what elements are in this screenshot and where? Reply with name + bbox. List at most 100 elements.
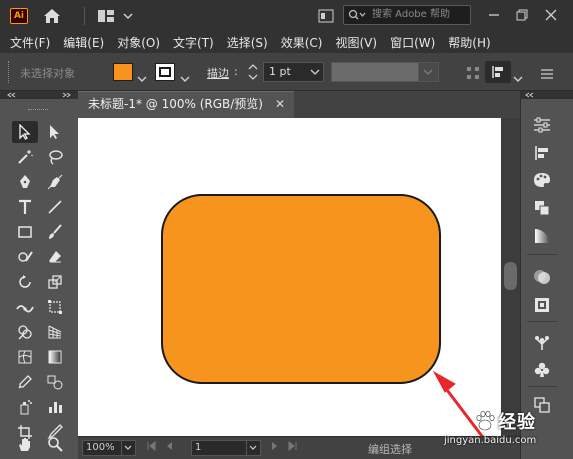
restore-icon[interactable] (511, 4, 533, 26)
menu-file[interactable]: 文件(F) (10, 34, 50, 51)
line-segment-tool-icon[interactable] (42, 196, 68, 218)
menu-edit[interactable]: 编辑(E) (63, 34, 104, 51)
panel-divider (527, 254, 557, 255)
curvature-tool-icon[interactable] (42, 171, 68, 193)
free-transform-tool-icon[interactable] (42, 296, 68, 318)
artwork-svg (161, 194, 484, 436)
toolbar-collapse-strip[interactable] (0, 91, 78, 99)
lasso-tool-icon[interactable] (42, 146, 68, 168)
direct-selection-tool-icon[interactable] (42, 121, 68, 143)
title-divider (84, 7, 85, 25)
search-input[interactable]: 搜索 Adobe 帮助 (343, 5, 471, 25)
align-options-icon[interactable] (485, 61, 511, 83)
shape-builder-tool-icon[interactable] (12, 321, 38, 343)
control-bar-grip[interactable] (8, 61, 12, 83)
perspective-grid-tool-icon[interactable] (42, 321, 68, 343)
last-artboard-icon[interactable] (288, 440, 298, 454)
column-graph-tool-icon[interactable] (42, 396, 68, 418)
mesh-tool-icon[interactable] (12, 346, 38, 368)
align-grid-icon[interactable] (466, 65, 480, 84)
baidu-jingyan-watermark: 经验 jingyan.baidu.com (440, 408, 573, 459)
fill-color-swatch[interactable] (113, 63, 133, 81)
menu-window[interactable]: 窗口(W) (390, 34, 435, 51)
pathfinder-icon[interactable] (531, 197, 553, 219)
stroke-weight-stepper[interactable] (246, 62, 260, 82)
scale-tool-icon[interactable] (42, 271, 68, 293)
right-panel-dock (520, 99, 573, 459)
panel-divider (527, 386, 557, 387)
tools-grip[interactable] (28, 109, 48, 111)
magic-wand-tool-icon[interactable] (12, 146, 38, 168)
appearance-icon[interactable] (531, 294, 553, 316)
stroke-label[interactable]: 描边 (207, 65, 229, 81)
next-artboard-icon[interactable] (270, 441, 280, 454)
stroke-weight-field[interactable]: 1 pt (263, 62, 309, 82)
workspace-layout-icon[interactable] (96, 6, 116, 26)
gradient-panel-icon[interactable] (531, 225, 553, 247)
document-tab[interactable]: 未标题-1* @ 100% (RGB/预览) ✕ (78, 91, 294, 118)
symbols-icon[interactable] (531, 332, 553, 354)
variable-width-profile-field[interactable] (331, 62, 419, 82)
previous-artboard-icon[interactable] (164, 441, 174, 454)
rectangle-tool-icon[interactable] (12, 221, 38, 243)
menu-type[interactable]: 文字(T) (173, 34, 214, 51)
align-dropdown-icon[interactable] (513, 67, 523, 86)
profile-dropdown[interactable] (419, 62, 439, 82)
search-placeholder: 搜索 Adobe 帮助 (372, 9, 450, 20)
panel-toggle-icon[interactable] (316, 6, 336, 26)
menu-help[interactable]: 帮助(H) (448, 34, 490, 51)
stroke-color-swatch[interactable] (155, 63, 175, 81)
stroke-dropdown-icon[interactable] (180, 67, 190, 86)
eyedropper-tool-icon[interactable] (12, 371, 38, 393)
stroke-weight-dropdown[interactable] (308, 62, 324, 82)
first-artboard-icon[interactable] (146, 440, 156, 454)
eraser-tool-icon[interactable] (42, 246, 68, 268)
selection-tool-icon[interactable] (12, 121, 38, 143)
align-icon[interactable] (531, 142, 553, 164)
shaper-tool-icon[interactable] (12, 246, 38, 268)
control-menu-icon[interactable] (540, 65, 554, 84)
minimize-icon[interactable] (483, 4, 505, 26)
rounded-rectangle-shape[interactable] (161, 194, 441, 384)
transparency-icon[interactable] (531, 266, 553, 288)
artboard-dropdown[interactable] (247, 440, 261, 456)
zoom-dropdown[interactable] (122, 440, 136, 456)
close-tab-icon[interactable]: ✕ (275, 92, 285, 117)
width-tool-icon[interactable] (12, 296, 38, 318)
right-panel-collapse-strip[interactable] (520, 91, 573, 99)
blend-tool-icon[interactable] (42, 371, 68, 393)
menu-select[interactable]: 选择(S) (227, 34, 268, 51)
menu-view[interactable]: 视图(V) (335, 34, 377, 51)
zoom-field[interactable]: 100% (82, 440, 122, 456)
stroke-swatch-inner (159, 67, 171, 77)
club-symbol-icon[interactable] (531, 359, 553, 381)
control-bar: 未选择对象 描边 : 1 pt (0, 53, 573, 91)
rotate-tool-icon[interactable] (12, 271, 38, 293)
menu-bar: 文件(F) 编辑(E) 对象(O) 文字(T) 选择(S) 效果(C) 视图(V… (0, 31, 573, 53)
vertical-scrollbar[interactable] (501, 118, 520, 436)
paintbrush-tool-icon[interactable] (42, 221, 68, 243)
type-tool-icon[interactable] (12, 196, 38, 218)
chevron-down-icon[interactable] (118, 6, 138, 26)
watermark-brand: 经验 (498, 412, 536, 433)
scrollbar-thumb[interactable] (504, 262, 517, 290)
pen-tool-icon[interactable] (12, 171, 38, 193)
close-icon[interactable] (540, 4, 562, 26)
menu-effect[interactable]: 效果(C) (281, 34, 323, 51)
hand-tool-icon[interactable] (12, 433, 38, 455)
artboard-canvas[interactable] (78, 118, 501, 436)
fill-dropdown-icon[interactable] (137, 67, 147, 86)
zoom-tool-icon[interactable] (42, 433, 68, 455)
status-text: 编组选择 (368, 443, 412, 456)
symbol-sprayer-tool-icon[interactable] (12, 396, 38, 418)
watermark-url: jingyan.baidu.com (444, 435, 537, 446)
tools-panel (0, 99, 75, 459)
baidu-paw-logo (476, 410, 495, 431)
home-icon[interactable] (42, 6, 62, 26)
properties-icon[interactable] (531, 114, 553, 136)
artboard-number-field[interactable]: 1 (191, 440, 247, 456)
stroke-label-colon: : (234, 65, 238, 78)
menu-object[interactable]: 对象(O) (117, 34, 160, 51)
color-guide-icon[interactable] (531, 169, 553, 191)
gradient-tool-icon[interactable] (42, 346, 68, 368)
